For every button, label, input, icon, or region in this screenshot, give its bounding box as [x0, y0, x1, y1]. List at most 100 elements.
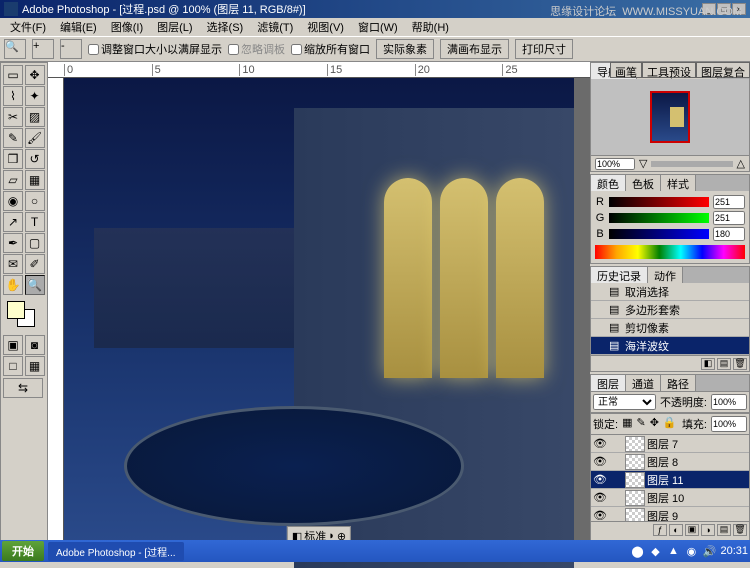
- resize-fit-checkbox[interactable]: 调整窗口大小以满屏显示: [88, 41, 222, 57]
- tab-paths[interactable]: 路径: [661, 375, 696, 391]
- layer-item[interactable]: 👁图层 7: [591, 435, 749, 453]
- eraser-tool[interactable]: ▱: [3, 170, 23, 190]
- visibility-icon[interactable]: 👁: [593, 509, 607, 521]
- zoom-tool[interactable]: 🔍: [25, 275, 45, 295]
- zoom-in-icon[interactable]: +: [32, 39, 54, 59]
- history-brush-tool[interactable]: ↺: [25, 149, 45, 169]
- layer-item[interactable]: 👁图层 9: [591, 507, 749, 521]
- tab-swatches[interactable]: 色板: [626, 175, 661, 191]
- shape-tool[interactable]: ▢: [25, 233, 45, 253]
- zoom-out-icon[interactable]: ▽: [639, 157, 647, 170]
- marquee-tool[interactable]: ▭: [3, 65, 23, 85]
- foreground-color[interactable]: [7, 301, 25, 319]
- menu-help[interactable]: 帮助(H): [406, 18, 455, 36]
- tray-icon[interactable]: ◆: [648, 544, 662, 558]
- new-layer-icon[interactable]: ▤: [717, 524, 731, 536]
- tab-actions[interactable]: 动作: [648, 267, 683, 283]
- actual-pixels-button[interactable]: 实际象素: [376, 39, 434, 59]
- layer-mask-icon[interactable]: ◐: [669, 524, 683, 536]
- wand-tool[interactable]: ✦: [25, 86, 45, 106]
- screenmode-2-button[interactable]: ▦: [25, 356, 45, 376]
- quickmask-mode-button[interactable]: ◙: [25, 335, 45, 355]
- zoom-in-icon[interactable]: △: [737, 157, 745, 170]
- opacity-input[interactable]: [711, 394, 747, 410]
- visibility-icon[interactable]: 👁: [593, 455, 607, 468]
- notes-tool[interactable]: ✉: [3, 254, 23, 274]
- layer-style-icon[interactable]: ƒ: [653, 524, 667, 536]
- move-tool[interactable]: ✥: [25, 65, 45, 85]
- navigator-thumbnail[interactable]: [650, 91, 690, 143]
- g-input[interactable]: [713, 211, 745, 225]
- pen-tool[interactable]: ✒: [3, 233, 23, 253]
- dodge-tool[interactable]: ○: [25, 191, 45, 211]
- visibility-icon[interactable]: 👁: [593, 491, 607, 504]
- history-item[interactable]: ▤剪切像素: [591, 319, 749, 337]
- layer-item[interactable]: 👁图层 11: [591, 471, 749, 489]
- type-tool[interactable]: T: [25, 212, 45, 232]
- visibility-icon[interactable]: 👁: [593, 437, 607, 450]
- lock-transparency-icon[interactable]: ▦: [622, 416, 632, 432]
- lock-position-icon[interactable]: ✥: [650, 416, 659, 432]
- menu-view[interactable]: 视图(V): [301, 18, 350, 36]
- brush-tool[interactable]: 🖌: [25, 128, 45, 148]
- hand-tool[interactable]: ✋: [3, 275, 23, 295]
- lasso-tool[interactable]: ⌇: [3, 86, 23, 106]
- history-item[interactable]: ▤多边形套索: [591, 301, 749, 319]
- zoom-slider[interactable]: [651, 161, 732, 167]
- new-adjustment-icon[interactable]: ◑: [701, 524, 715, 536]
- menu-image[interactable]: 图像(I): [105, 18, 149, 36]
- clock[interactable]: 20:31: [720, 545, 748, 557]
- crop-tool[interactable]: ✂: [3, 107, 23, 127]
- tray-icon[interactable]: ▲: [666, 544, 680, 558]
- tab-brushes[interactable]: 画笔: [610, 62, 642, 78]
- tab-color[interactable]: 颜色: [591, 175, 626, 191]
- gradient-tool[interactable]: ▦: [25, 170, 45, 190]
- eyedropper-tool[interactable]: ✐: [25, 254, 45, 274]
- color-ramp[interactable]: [595, 245, 745, 259]
- delete-layer-icon[interactable]: 🗑: [733, 524, 747, 536]
- new-set-icon[interactable]: ▣: [685, 524, 699, 536]
- taskbar-item[interactable]: Adobe Photoshop - [过程...: [48, 542, 184, 561]
- g-slider[interactable]: [609, 213, 709, 223]
- menu-file[interactable]: 文件(F): [4, 18, 52, 36]
- r-input[interactable]: [713, 195, 745, 209]
- volume-icon[interactable]: 🔊: [702, 544, 716, 558]
- healing-tool[interactable]: ✎: [3, 128, 23, 148]
- menu-edit[interactable]: 编辑(E): [54, 18, 103, 36]
- tab-styles[interactable]: 样式: [661, 175, 696, 191]
- new-doc-icon[interactable]: ▤: [717, 358, 731, 370]
- b-slider[interactable]: [609, 229, 709, 239]
- lock-all-icon[interactable]: 🔒: [663, 416, 677, 432]
- layer-item[interactable]: 👁图层 8: [591, 453, 749, 471]
- path-tool[interactable]: ↗: [3, 212, 23, 232]
- stamp-tool[interactable]: ❒: [3, 149, 23, 169]
- b-input[interactable]: [713, 227, 745, 241]
- lock-image-icon[interactable]: ✎: [636, 416, 645, 432]
- tray-icon[interactable]: ◉: [684, 544, 698, 558]
- visibility-icon[interactable]: 👁: [593, 473, 607, 486]
- r-slider[interactable]: [609, 197, 709, 207]
- zoom-out-icon[interactable]: -: [60, 39, 82, 59]
- current-tool-icon[interactable]: 🔍: [4, 39, 26, 59]
- tray-icon[interactable]: ⬤: [630, 544, 644, 558]
- menu-filter[interactable]: 滤镜(T): [251, 18, 299, 36]
- start-button[interactable]: 开始: [2, 541, 44, 561]
- fill-input[interactable]: [711, 416, 747, 432]
- tab-layers[interactable]: 图层: [591, 375, 626, 391]
- zoom-input[interactable]: [595, 158, 635, 170]
- tab-history[interactable]: 历史记录: [591, 267, 648, 283]
- tab-channels[interactable]: 通道: [626, 375, 661, 391]
- history-item[interactable]: ▤取消选择: [591, 283, 749, 301]
- history-item[interactable]: ▤海洋波纹: [591, 337, 749, 355]
- screenmode-1-button[interactable]: □: [3, 356, 23, 376]
- canvas-image[interactable]: ◧ 标准 ◗ ⊕: [64, 78, 574, 546]
- slice-tool[interactable]: ▨: [25, 107, 45, 127]
- menu-window[interactable]: 窗口(W): [352, 18, 404, 36]
- imageready-button[interactable]: ⇆: [3, 378, 43, 398]
- menu-select[interactable]: 选择(S): [201, 18, 250, 36]
- new-snapshot-icon[interactable]: ◧: [701, 358, 715, 370]
- tab-tool-presets[interactable]: 工具预设: [642, 62, 696, 78]
- standard-mode-button[interactable]: ▣: [3, 335, 23, 355]
- delete-icon[interactable]: 🗑: [733, 358, 747, 370]
- tab-layer-comps[interactable]: 图层复合: [696, 62, 750, 78]
